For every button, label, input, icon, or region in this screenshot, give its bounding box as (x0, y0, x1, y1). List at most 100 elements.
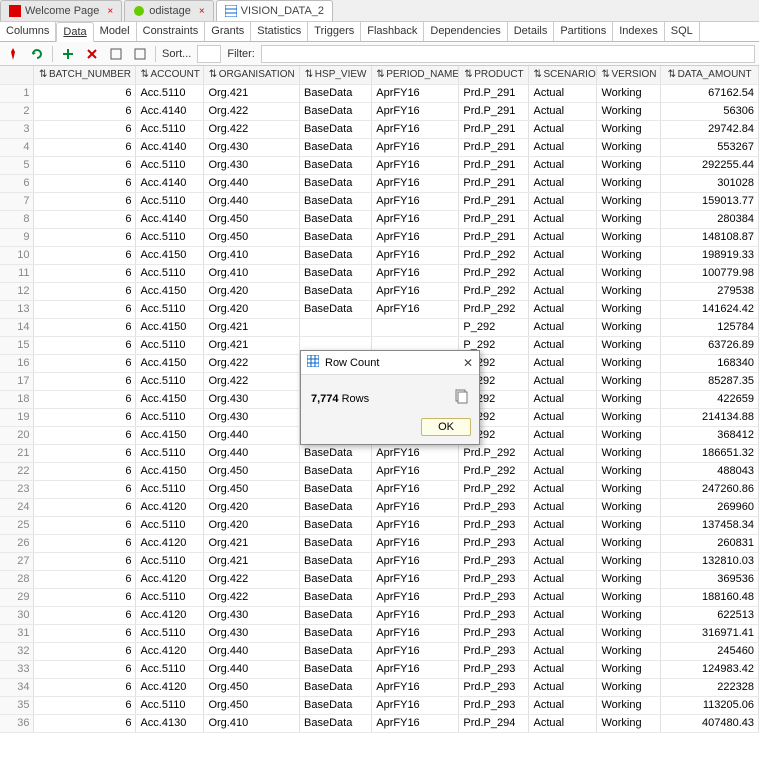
col-header-product[interactable]: ⇅PRODUCT (459, 66, 529, 84)
cell-batch-number[interactable]: 6 (34, 534, 136, 552)
cell-data-amount[interactable]: 488043 (661, 462, 759, 480)
cell-version[interactable]: Working (597, 462, 661, 480)
cell-version[interactable]: Working (597, 660, 661, 678)
close-icon[interactable]: ✕ (463, 356, 473, 370)
cell-organisation[interactable]: Org.420 (204, 300, 300, 318)
cell-batch-number[interactable]: 6 (34, 642, 136, 660)
copy-icon[interactable] (453, 389, 469, 408)
cell-organisation[interactable]: Org.410 (204, 714, 300, 732)
cell-account[interactable]: Acc.5110 (136, 588, 204, 606)
cell-version[interactable]: Working (597, 696, 661, 714)
cell-product[interactable]: Prd.P_291 (459, 120, 529, 138)
cell-organisation[interactable]: Org.430 (204, 408, 300, 426)
cell-product[interactable]: Prd.P_291 (459, 84, 529, 102)
cell-data-amount[interactable]: 316971.41 (661, 624, 759, 642)
cell-organisation[interactable]: Org.422 (204, 570, 300, 588)
cell-account[interactable]: Acc.5110 (136, 300, 204, 318)
cell-batch-number[interactable]: 6 (34, 498, 136, 516)
cell-account[interactable]: Acc.4120 (136, 498, 204, 516)
cell-account[interactable]: Acc.5110 (136, 660, 204, 678)
table-row[interactable]: 106Acc.4150Org.410BaseDataAprFY16Prd.P_2… (0, 246, 759, 264)
cell-product[interactable]: Prd.P_291 (459, 192, 529, 210)
cell-version[interactable]: Working (597, 336, 661, 354)
cell-batch-number[interactable]: 6 (34, 138, 136, 156)
cell-period-name[interactable]: AprFY16 (372, 642, 459, 660)
cell-period-name[interactable]: AprFY16 (372, 624, 459, 642)
cell-batch-number[interactable]: 6 (34, 714, 136, 732)
cell-account[interactable]: Acc.4120 (136, 606, 204, 624)
cell-hsp-view[interactable]: BaseData (300, 84, 372, 102)
cell-version[interactable]: Working (597, 534, 661, 552)
cell-product[interactable]: Prd.P_291 (459, 138, 529, 156)
cell-data-amount[interactable]: 29742.84 (661, 120, 759, 138)
cell-batch-number[interactable]: 6 (34, 120, 136, 138)
cell-hsp-view[interactable]: BaseData (300, 462, 372, 480)
cell-hsp-view[interactable]: BaseData (300, 588, 372, 606)
cell-product[interactable]: P_292 (459, 318, 529, 336)
cell-period-name[interactable]: AprFY16 (372, 498, 459, 516)
cell-data-amount[interactable]: 245460 (661, 642, 759, 660)
cell-scenario[interactable]: Actual (529, 156, 597, 174)
cell-batch-number[interactable]: 6 (34, 318, 136, 336)
col-header-hsp-view[interactable]: ⇅HSP_VIEW (300, 66, 372, 84)
cell-batch-number[interactable]: 6 (34, 174, 136, 192)
table-row[interactable]: 36Acc.5110Org.422BaseDataAprFY16Prd.P_29… (0, 120, 759, 138)
cell-version[interactable]: Working (597, 408, 661, 426)
cell-period-name[interactable]: AprFY16 (372, 228, 459, 246)
sort-label[interactable]: Sort... (162, 48, 191, 60)
cell-organisation[interactable]: Org.430 (204, 138, 300, 156)
cell-batch-number[interactable]: 6 (34, 336, 136, 354)
cell-data-amount[interactable]: 247260.86 (661, 480, 759, 498)
cell-data-amount[interactable]: 100779.98 (661, 264, 759, 282)
cell-account[interactable]: Acc.4140 (136, 210, 204, 228)
cell-scenario[interactable]: Actual (529, 588, 597, 606)
cell-scenario[interactable]: Actual (529, 336, 597, 354)
cell-batch-number[interactable]: 6 (34, 462, 136, 480)
cell-version[interactable]: Working (597, 624, 661, 642)
cell-organisation[interactable]: Org.420 (204, 498, 300, 516)
cell-hsp-view[interactable]: BaseData (300, 714, 372, 732)
col-header-version[interactable]: ⇅VERSION (597, 66, 661, 84)
cell-organisation[interactable]: Org.421 (204, 534, 300, 552)
cell-batch-number[interactable]: 6 (34, 156, 136, 174)
cell-account[interactable]: Acc.4120 (136, 570, 204, 588)
cell-account[interactable]: Acc.4150 (136, 354, 204, 372)
cell-hsp-view[interactable]: BaseData (300, 156, 372, 174)
subtab-statistics[interactable]: Statistics (251, 22, 308, 41)
refresh-icon[interactable] (28, 45, 46, 63)
cell-organisation[interactable]: Org.422 (204, 102, 300, 120)
cell-organisation[interactable]: Org.450 (204, 462, 300, 480)
cell-data-amount[interactable]: 137458.34 (661, 516, 759, 534)
cell-scenario[interactable]: Actual (529, 120, 597, 138)
cell-data-amount[interactable]: 407480.43 (661, 714, 759, 732)
cell-period-name[interactable]: AprFY16 (372, 588, 459, 606)
cell-version[interactable]: Working (597, 102, 661, 120)
cell-organisation[interactable]: Org.450 (204, 210, 300, 228)
cell-period-name[interactable]: AprFY16 (372, 480, 459, 498)
table-row[interactable]: 266Acc.4120Org.421BaseDataAprFY16Prd.P_2… (0, 534, 759, 552)
cell-product[interactable]: Prd.P_292 (459, 462, 529, 480)
cell-hsp-view[interactable]: BaseData (300, 264, 372, 282)
cell-organisation[interactable]: Org.422 (204, 120, 300, 138)
cell-scenario[interactable]: Actual (529, 282, 597, 300)
cell-organisation[interactable]: Org.450 (204, 228, 300, 246)
cell-scenario[interactable]: Actual (529, 444, 597, 462)
cell-data-amount[interactable]: 159013.77 (661, 192, 759, 210)
cell-data-amount[interactable]: 113205.06 (661, 696, 759, 714)
cell-version[interactable]: Working (597, 372, 661, 390)
cell-scenario[interactable]: Actual (529, 408, 597, 426)
cell-organisation[interactable]: Org.440 (204, 444, 300, 462)
cell-period-name[interactable]: AprFY16 (372, 300, 459, 318)
cell-batch-number[interactable]: 6 (34, 624, 136, 642)
cell-data-amount[interactable]: 132810.03 (661, 552, 759, 570)
cell-data-amount[interactable]: 280384 (661, 210, 759, 228)
cell-hsp-view[interactable]: BaseData (300, 174, 372, 192)
cell-organisation[interactable]: Org.421 (204, 552, 300, 570)
cell-batch-number[interactable]: 6 (34, 444, 136, 462)
cell-batch-number[interactable]: 6 (34, 660, 136, 678)
cell-version[interactable]: Working (597, 642, 661, 660)
cell-version[interactable]: Working (597, 552, 661, 570)
table-row[interactable]: 306Acc.4120Org.430BaseDataAprFY16Prd.P_2… (0, 606, 759, 624)
col-header-scenario[interactable]: ⇅SCENARIO (529, 66, 597, 84)
cell-account[interactable]: Acc.4130 (136, 714, 204, 732)
